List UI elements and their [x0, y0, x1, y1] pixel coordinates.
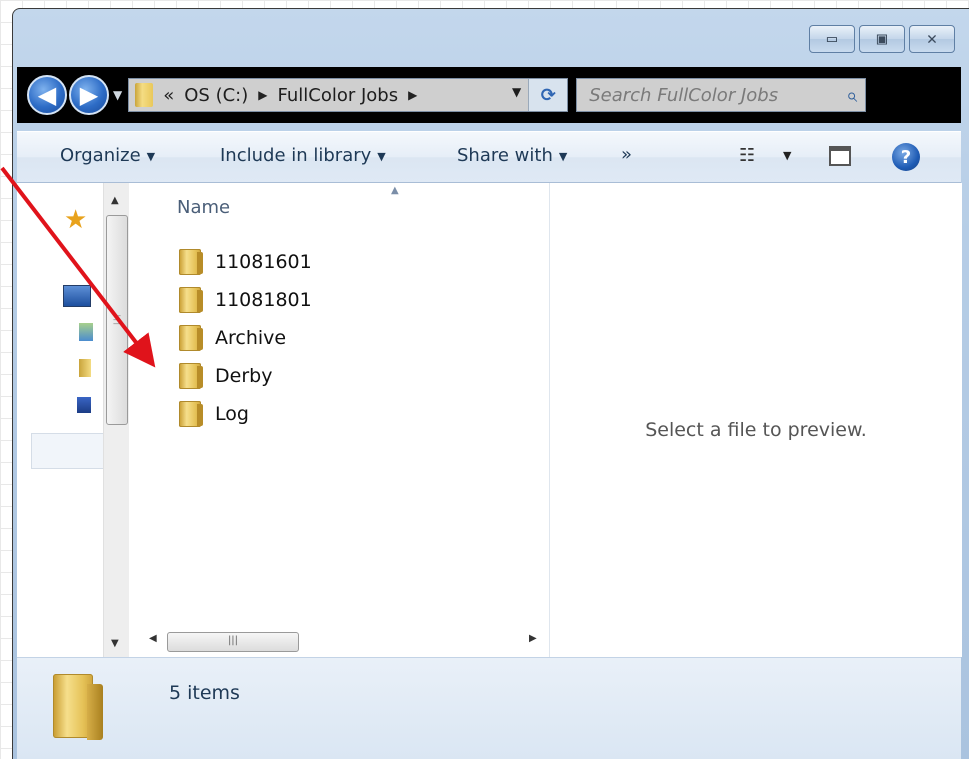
file-name: Log — [215, 403, 249, 425]
file-list-pane: ▲ Name 11081601 11081801 Archive Derby L… — [129, 183, 547, 657]
file-name: 11081601 — [215, 251, 312, 273]
list-item[interactable]: 11081601 — [179, 243, 312, 281]
computer-icon[interactable] — [63, 285, 91, 307]
search-box[interactable]: Search FullColor Jobs ⌕ — [576, 78, 867, 112]
file-name: Derby — [215, 365, 273, 387]
folder-icon — [179, 363, 203, 389]
folder-icon — [179, 401, 203, 427]
explorer-window: ▭ ▣ ✕ ◀ ▶ ▼ « OS (C:) ▶ FullColor Jobs ▶… — [12, 8, 969, 759]
search-icon[interactable]: ⌕ — [846, 83, 857, 107]
refresh-button[interactable]: ⟳ — [528, 79, 568, 111]
scroll-down-arrow-icon[interactable]: ▼ — [111, 638, 119, 649]
scroll-right-arrow-icon[interactable]: ▶ — [529, 633, 537, 644]
folder-icon — [135, 83, 154, 107]
navigation-bar: ◀ ▶ ▼ « OS (C:) ▶ FullColor Jobs ▶ ▼ ⟳ S… — [17, 67, 961, 123]
forward-arrow-icon: ▶ — [79, 81, 99, 109]
forward-button[interactable]: ▶ — [69, 75, 109, 115]
list-item[interactable]: Archive — [179, 319, 312, 357]
include-in-library-label: Include in library — [220, 145, 372, 166]
breadcrumb-fullcolor-jobs[interactable]: FullColor Jobs — [277, 85, 398, 106]
caption-buttons: ▭ ▣ ✕ — [809, 25, 955, 53]
help-icon[interactable]: ? — [892, 143, 920, 171]
horizontal-scroll-thumb[interactable]: ||| — [167, 632, 299, 652]
horizontal-scrollbar[interactable]: ◀ ||| ▶ — [129, 627, 547, 657]
recent-pages-dropdown-icon[interactable]: ▼ — [113, 88, 122, 102]
scroll-thumb[interactable]: — — — — [106, 215, 128, 425]
breadcrumb-separator-icon[interactable]: ▶ — [258, 88, 267, 102]
more-commands-button[interactable]: » — [621, 144, 632, 165]
favorites-star-icon[interactable]: ★ — [64, 205, 87, 235]
back-button[interactable]: ◀ — [27, 75, 67, 115]
folder-icon — [179, 287, 203, 313]
share-with-label: Share with — [457, 145, 553, 166]
refresh-icon: ⟳ — [540, 84, 556, 106]
list-item[interactable]: Derby — [179, 357, 312, 395]
navigation-vertical-scrollbar[interactable]: ▲ — — — ▼ — [103, 183, 130, 657]
navigation-pane: ★ ▲ — — — ▼ — [17, 183, 133, 657]
preview-pane: Select a file to preview. — [549, 183, 962, 657]
chevron-down-icon: ▼ — [146, 149, 156, 163]
libraries-icon[interactable] — [79, 323, 93, 341]
search-input[interactable]: Search FullColor Jobs — [589, 85, 778, 106]
documents-folder-icon[interactable] — [79, 359, 91, 377]
item-count: 5 items — [169, 682, 240, 704]
folder-icon — [179, 249, 203, 275]
list-item[interactable]: 11081801 — [179, 281, 312, 319]
scroll-up-arrow-icon[interactable]: ▲ — [111, 195, 119, 206]
breadcrumb-os-c[interactable]: OS (C:) — [184, 85, 248, 106]
view-options-dropdown-icon[interactable]: ▼ — [783, 149, 791, 162]
organize-button[interactable]: Organize ▼ — [60, 145, 155, 166]
organize-label: Organize — [60, 145, 141, 166]
file-list: 11081601 11081801 Archive Derby Log — [179, 243, 312, 433]
address-bar[interactable]: « OS (C:) ▶ FullColor Jobs ▶ ▼ ⟳ — [128, 78, 569, 112]
folder-thumbnail-icon — [53, 674, 103, 740]
details-pane: 5 items — [17, 657, 961, 759]
folder-icon — [179, 325, 203, 351]
breadcrumb-overflow[interactable]: « — [163, 85, 174, 106]
chevron-down-icon: ▼ — [558, 149, 568, 163]
share-with-button[interactable]: Share with ▼ — [457, 145, 567, 166]
preview-message: Select a file to preview. — [645, 419, 867, 441]
maximize-button[interactable]: ▣ — [859, 25, 905, 53]
content-area: ★ ▲ — — — ▼ ▲ Name 11081601 11081801 Arc… — [17, 183, 962, 657]
close-button[interactable]: ✕ — [909, 25, 955, 53]
scroll-left-arrow-icon[interactable]: ◀ — [149, 633, 157, 644]
minimize-button[interactable]: ▭ — [809, 25, 855, 53]
file-name: 11081801 — [215, 289, 312, 311]
name-column-header[interactable]: Name — [177, 197, 230, 218]
preview-pane-toggle-icon[interactable] — [829, 146, 851, 166]
change-view-icon[interactable]: ☷ — [739, 145, 755, 166]
network-icon[interactable] — [77, 397, 91, 413]
include-in-library-button[interactable]: Include in library ▼ — [220, 145, 386, 166]
grip-icon: — — — — [113, 311, 121, 328]
file-name: Archive — [215, 327, 287, 349]
back-arrow-icon: ◀ — [37, 81, 57, 109]
breadcrumb-separator-icon[interactable]: ▶ — [408, 88, 417, 102]
address-dropdown-icon[interactable]: ▼ — [512, 85, 521, 99]
list-item[interactable]: Log — [179, 395, 312, 433]
command-bar: Organize ▼ Include in library ▼ Share with… — [17, 131, 961, 183]
chevron-down-icon: ▼ — [377, 149, 386, 163]
sort-ascending-icon: ▲ — [391, 185, 399, 196]
